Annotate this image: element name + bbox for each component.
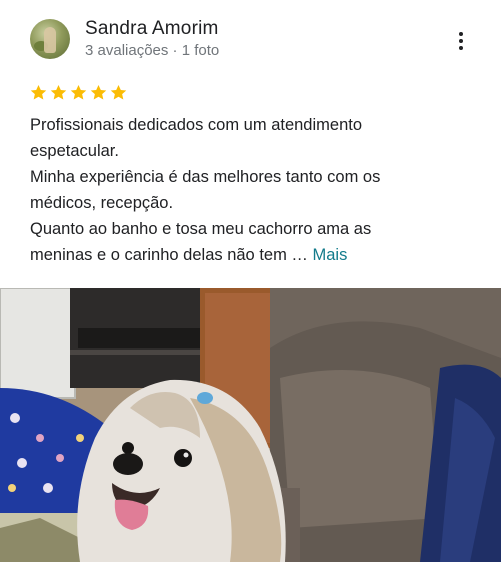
star-icon bbox=[69, 83, 88, 102]
avatar-figure bbox=[44, 27, 56, 53]
more-vert-icon-dot bbox=[459, 46, 463, 50]
star-icon bbox=[89, 83, 108, 102]
review-line: espetacular. bbox=[30, 142, 119, 160]
review-line: Profissionais dedicados com um atendimen… bbox=[30, 116, 363, 134]
photos-count: 1 foto bbox=[181, 42, 220, 59]
review-text: Profissionais dedicados com um atendimen… bbox=[30, 112, 475, 268]
more-vert-icon bbox=[459, 32, 463, 36]
star-rating bbox=[29, 83, 128, 103]
reviews-count: 3 avaliações bbox=[85, 42, 169, 59]
dog-photo bbox=[0, 288, 501, 562]
review-line: médicos, recepção. bbox=[30, 194, 174, 212]
more-link[interactable]: Mais bbox=[313, 246, 348, 264]
reviewer-meta: 3 avaliações · 1 foto bbox=[85, 42, 219, 60]
review-line-last: meninas e o carinho delas não tem … Mais bbox=[30, 242, 475, 268]
more-vert-icon-dot bbox=[459, 39, 463, 43]
review-line: Quanto ao banho e tosa meu cachorro ama … bbox=[30, 220, 372, 238]
reviewer-avatar[interactable] bbox=[30, 19, 70, 59]
review-header: Sandra Amorim 3 avaliações · 1 foto bbox=[0, 0, 501, 72]
reviewer-name[interactable]: Sandra Amorim bbox=[85, 18, 219, 40]
review-line: Minha experiência é das melhores tanto c… bbox=[30, 168, 381, 186]
meta-separator: · bbox=[168, 42, 182, 59]
star-icon bbox=[49, 83, 68, 102]
more-options-button[interactable] bbox=[448, 26, 474, 56]
star-icon bbox=[109, 83, 128, 102]
star-icon bbox=[29, 83, 48, 102]
review-photo[interactable] bbox=[0, 288, 501, 562]
review-line: meninas e o carinho delas não tem … bbox=[30, 246, 313, 264]
